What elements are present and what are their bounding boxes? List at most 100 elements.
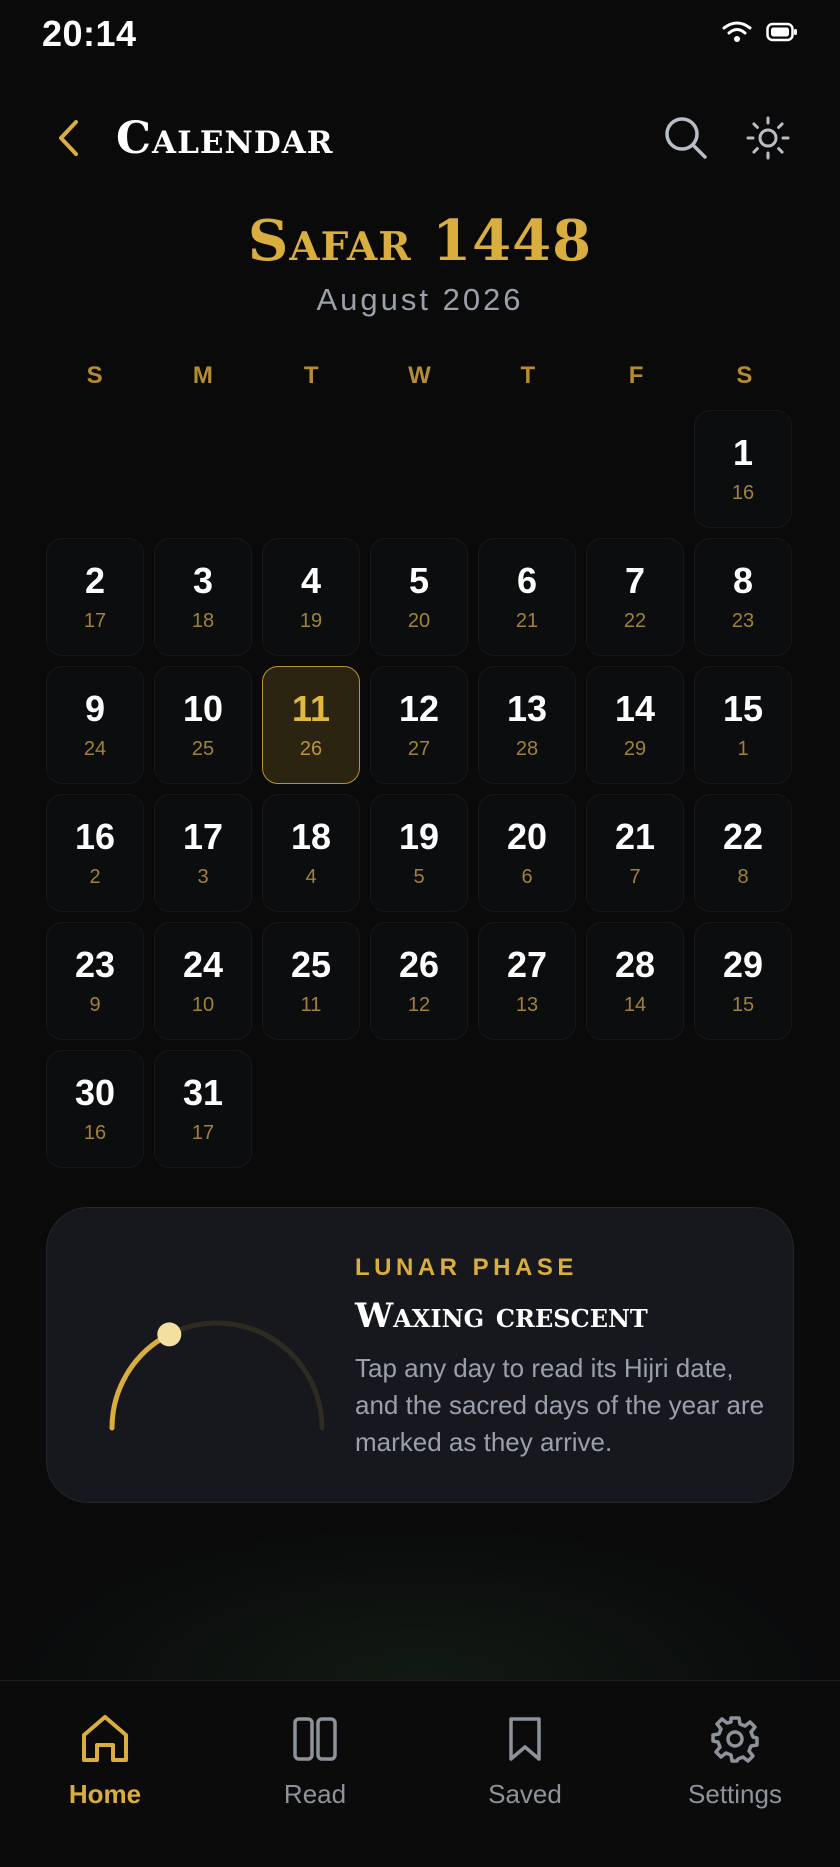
hijri-day-number: 22: [623, 610, 647, 632]
month-header: Safar 1448 August 2026: [0, 208, 840, 318]
calendar-day[interactable]: 3 18: [154, 538, 252, 656]
calendar-day[interactable]: 7 22: [586, 538, 684, 656]
calendar-day[interactable]: 217: [586, 794, 684, 912]
calendar-day[interactable]: 6 21: [478, 538, 576, 656]
gregorian-day-number: 21: [614, 816, 656, 857]
calendar-empty-cell: [478, 410, 576, 528]
nav-label-settings: Settings: [688, 1779, 782, 1809]
theme-toggle-button[interactable]: [742, 112, 794, 164]
gregorian-day-number: 23: [74, 944, 116, 985]
calendar-day[interactable]: 26 12: [370, 922, 468, 1040]
calendar-day[interactable]: 15 1: [694, 666, 792, 784]
lunar-text: LUNAR PHASE Waxing crescent Tap any day …: [355, 1254, 765, 1461]
calendar-day[interactable]: 24 10: [154, 922, 252, 1040]
gregorian-day-number: 31: [182, 1072, 224, 1113]
nav-item-saved[interactable]: Saved: [435, 1711, 615, 1867]
calendar-day[interactable]: 17 3: [154, 794, 252, 912]
moon-phase-arc-icon: [109, 1320, 325, 1431]
sun-icon: [746, 116, 790, 160]
lunar-description: Tap any day to read its Hijri date, and …: [355, 1353, 765, 1457]
nav-item-home[interactable]: Home: [15, 1711, 195, 1867]
calendar-day[interactable]: 12 27: [370, 666, 468, 784]
gregorian-month-subtitle: August 2026: [316, 282, 524, 317]
hijri-day-number: 2: [89, 866, 101, 888]
nav-label-read: Read: [283, 1779, 347, 1809]
gregorian-day-number: 11: [291, 688, 331, 729]
hijri-day-number: 26: [299, 738, 323, 760]
bottom-nav: Home Read Saved Settings: [0, 1680, 840, 1867]
header: Calendar: [0, 100, 840, 176]
calendar-day[interactable]: 23 9: [46, 922, 144, 1040]
nav-item-read[interactable]: Read: [225, 1711, 405, 1867]
bookmark-icon: [509, 1717, 541, 1761]
battery-icon: [766, 21, 798, 48]
nav-label-saved: Saved: [488, 1779, 562, 1809]
hijri-day-number: 13: [515, 994, 539, 1016]
nav-item-settings[interactable]: Settings: [645, 1711, 825, 1867]
gregorian-day-number: 30: [74, 1072, 116, 1113]
gregorian-day-number: 14: [614, 688, 656, 729]
lunar-phase-name: Waxing crescent: [355, 1296, 648, 1336]
calendar-day[interactable]: 9 24: [46, 666, 144, 784]
gregorian-day-number: 12: [398, 688, 440, 729]
hijri-day-number: 16: [731, 482, 755, 504]
calendar-day[interactable]: 16 2: [46, 794, 144, 912]
book-icon: [293, 1717, 337, 1761]
calendar-day[interactable]: 22 8: [694, 794, 792, 912]
gregorian-day-number: 24: [182, 944, 224, 985]
hijri-day-number: 9: [89, 994, 101, 1016]
hijri-day-number: 18: [191, 610, 215, 632]
gregorian-day-number: 4: [300, 560, 322, 601]
gregorian-day-number: 20: [506, 816, 548, 857]
calendar-day[interactable]: 217: [46, 538, 144, 656]
hijri-day-number: 10: [191, 994, 215, 1016]
calendar-day[interactable]: 28 14: [586, 922, 684, 1040]
hijri-day-number: 3: [197, 866, 209, 888]
calendar-day[interactable]: 4 19: [262, 538, 360, 656]
hijri-day-number: 5: [413, 866, 425, 888]
lunar-label: LUNAR PHASE: [355, 1254, 578, 1281]
calendar-day[interactable]: 29 15: [694, 922, 792, 1040]
calendar-day[interactable]: 1 16: [694, 410, 792, 528]
hijri-day-number: 8: [737, 866, 749, 888]
hijri-day-number: 24: [83, 738, 107, 760]
calendar-grid: 1 16 2 17 3 18 4 19 5 20 6 21 7 22 8 23 9 24 10 25 11 26 12 27 1…: [46, 410, 794, 1168]
calendar-day[interactable]: 30 16: [46, 1050, 144, 1168]
weekday-label: M: [192, 362, 214, 389]
calendar-day[interactable]: 8 23: [694, 538, 792, 656]
calendar-day[interactable]: 20 6: [478, 794, 576, 912]
calendar-day[interactable]: 5 20: [370, 538, 468, 656]
calendar-day[interactable]: 10 25: [154, 666, 252, 784]
search-icon: [665, 117, 707, 159]
status-time: 20:14: [42, 13, 137, 54]
gregorian-day-number: 13: [506, 688, 548, 729]
hijri-day-number: 21: [515, 610, 539, 632]
hijri-day-number: 7: [629, 866, 641, 888]
lunar-progress-dot: [157, 1322, 182, 1347]
calendar-day[interactable]: 18 4: [262, 794, 360, 912]
gear-icon: [711, 1716, 759, 1763]
search-button[interactable]: [660, 112, 712, 164]
hijri-day-number: 1: [737, 738, 749, 760]
back-button[interactable]: [46, 108, 90, 168]
gregorian-day-number: 19: [398, 816, 440, 857]
calendar-day-today[interactable]: 11 26: [262, 666, 360, 784]
calendar-day[interactable]: 14 29: [586, 666, 684, 784]
hijri-day-number: 6: [521, 866, 533, 888]
calendar-day[interactable]: 31 17: [154, 1050, 252, 1168]
weekday-label: S: [86, 362, 104, 389]
gregorian-day-number: 26: [398, 944, 440, 985]
gregorian-day-number: 22: [722, 816, 764, 857]
calendar-day[interactable]: 13 28: [478, 666, 576, 784]
calendar-day[interactable]: 27 13: [478, 922, 576, 1040]
hijri-day-number: 16: [83, 1122, 107, 1144]
weekday-label: T: [520, 362, 537, 389]
gregorian-day-number: 16: [74, 816, 116, 857]
hijri-day-number: 17: [83, 610, 107, 632]
gregorian-day-number: 17: [182, 816, 224, 857]
hijri-day-number: 29: [623, 738, 647, 760]
calendar-day[interactable]: 19 5: [370, 794, 468, 912]
weekday-label: T: [303, 362, 320, 389]
weekday-label: W: [408, 362, 432, 389]
calendar-day[interactable]: 25 11: [262, 922, 360, 1040]
